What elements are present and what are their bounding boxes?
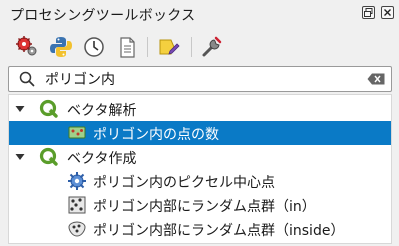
results-viewer-button[interactable] [114,34,140,60]
random-points-icon [68,196,86,214]
edit-features-in-place-button[interactable] [156,34,182,60]
collapse-arrow-icon[interactable] [15,104,25,114]
history-button[interactable] [81,34,107,60]
search-input[interactable] [45,69,345,89]
dock-title-bar: プロセシングツールボックス [0,0,399,30]
float-dock-button[interactable] [362,6,375,19]
clear-search-icon[interactable] [367,73,385,85]
tree-item-random-points-inside-polygons[interactable]: ポリゴン内部にランダム点群（inside） [9,217,391,241]
models-icon [16,36,37,56]
dock-title: プロセシングツールボックス [10,8,196,24]
tree-item-random-points-in-polygons[interactable]: ポリゴン内部にランダム点群（in） [9,193,391,217]
python-icon [50,37,72,57]
qgis-icon [39,99,58,118]
group-label: ベクタ解析 [67,103,137,119]
tree-group-vector-analysis[interactable]: ベクタ解析 [9,97,391,121]
results-icon [120,37,135,58]
random-points-inside-icon [68,221,86,237]
algorithm-tree: ベクタ解析 ポリゴン内の点の数 ベクタ作成 ポリゴン内のピクセル中心点 ポリゴン… [8,94,392,244]
search-icon [19,71,35,87]
count-points-in-polygon-icon [68,126,86,139]
qgis-icon [39,147,58,166]
item-label: ポリゴン内部にランダム点群（in） [93,199,316,215]
gear-icon [68,172,86,190]
collapse-arrow-icon[interactable] [15,152,25,162]
float-icon [364,8,373,17]
close-dock-button[interactable] [381,6,394,19]
group-label: ベクタ作成 [67,151,137,167]
tree-group-vector-creation[interactable]: ベクタ作成 [9,145,391,169]
options-button[interactable] [199,34,225,60]
toolbox-toolbar [0,30,399,64]
tree-item-count-points-in-polygon[interactable]: ポリゴン内の点の数 [9,121,391,145]
item-label: ポリゴン内の点の数 [93,127,219,143]
toolbar-separator [147,37,148,57]
settings-icon [202,36,222,57]
item-label: ポリゴン内のピクセル中心点 [93,175,275,191]
item-label: ポリゴン内部にランダム点群（inside） [93,223,345,239]
edit-features-icon [159,39,180,55]
toolbar-separator [191,37,192,57]
python-button[interactable] [48,34,74,60]
models-button[interactable] [14,34,40,60]
search-box[interactable] [8,66,392,92]
close-icon [384,9,391,16]
tree-item-pixel-centroids[interactable]: ポリゴン内のピクセル中心点 [9,169,391,193]
history-icon [84,37,104,57]
